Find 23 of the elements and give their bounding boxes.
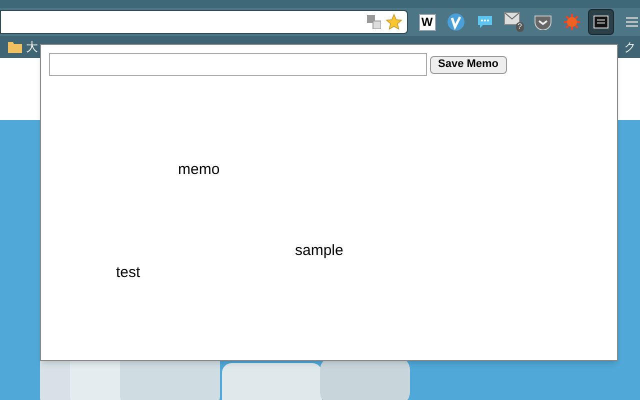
bookmark-label[interactable]: ク bbox=[624, 38, 636, 56]
extension-button[interactable]: W bbox=[414, 9, 440, 35]
memo-icon bbox=[593, 15, 609, 29]
star-icon[interactable] bbox=[385, 13, 403, 31]
address-bar[interactable] bbox=[0, 10, 408, 34]
extension-button[interactable] bbox=[588, 9, 614, 35]
chat-bubble-icon bbox=[477, 15, 493, 29]
translate-icon bbox=[367, 15, 381, 29]
mail-icon bbox=[504, 12, 520, 25]
pocket-icon bbox=[534, 14, 552, 30]
menu-icon[interactable] bbox=[626, 16, 638, 28]
v-logo-icon bbox=[447, 13, 465, 31]
save-memo-button[interactable]: Save Memo bbox=[430, 56, 507, 74]
sun-icon bbox=[563, 13, 581, 31]
extension-button[interactable]: ? bbox=[501, 9, 527, 35]
memo-note: memo bbox=[178, 160, 220, 180]
bookmark-label[interactable]: 大 bbox=[26, 38, 38, 56]
question-badge: ? bbox=[516, 22, 524, 32]
folder-icon bbox=[8, 41, 22, 53]
w-logo-icon: W bbox=[418, 14, 436, 30]
memo-note: test bbox=[116, 263, 140, 283]
memo-note: sample bbox=[295, 241, 344, 261]
memo-input-field[interactable] bbox=[49, 53, 427, 76]
